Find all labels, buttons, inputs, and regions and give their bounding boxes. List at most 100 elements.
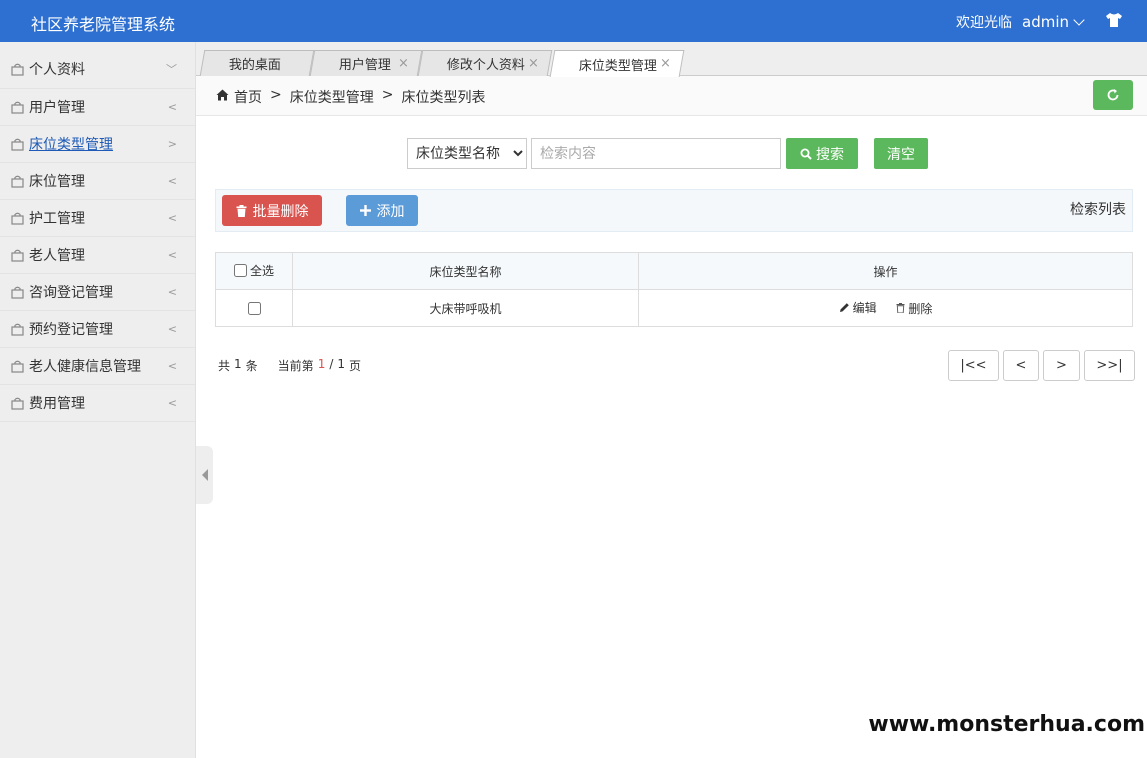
pager-page-count: 1: [337, 357, 346, 371]
search-button[interactable]: 搜索: [786, 138, 858, 169]
add-button[interactable]: 添加: [346, 195, 418, 226]
sidebar-collapse-handle[interactable]: [196, 446, 213, 504]
prev-page-button[interactable]: <: [1003, 350, 1039, 381]
delete-label: 删除: [908, 301, 933, 316]
chevron-right-icon: >: [167, 137, 177, 151]
tab-user-management[interactable]: 用户管理 ×: [309, 50, 423, 76]
bed-type-table: 全选 床位类型名称 操作 大床带呼吸机 编辑 删除: [215, 252, 1133, 327]
close-icon[interactable]: ×: [398, 56, 409, 71]
sidebar-item-bed-types[interactable]: 床位类型管理 >: [0, 126, 195, 163]
edit-label: 编辑: [852, 301, 877, 316]
pager-current-page: 1: [317, 357, 326, 371]
search-field-select[interactable]: 床位类型名称: [407, 138, 527, 169]
pager-slash: /: [329, 357, 334, 371]
refresh-button[interactable]: [1093, 80, 1133, 110]
search-row: 床位类型名称 搜索 清空: [407, 138, 928, 169]
watermark: www.monsterhua.com: [868, 712, 1145, 737]
select-all-header: 全选: [215, 252, 293, 290]
chevron-down-icon: ﹀: [166, 63, 177, 76]
bed-type-name-cell: 大床带呼吸机: [292, 289, 639, 327]
sidebar-item-elders[interactable]: 老人管理 <: [0, 237, 195, 274]
tab-label: 我的桌面: [228, 58, 281, 73]
chevron-left-icon: <: [167, 100, 177, 114]
bag-icon: [11, 360, 24, 373]
bag-icon: [11, 101, 24, 114]
home-icon: [216, 89, 229, 101]
row-select-cell: [215, 289, 293, 327]
sidebar-item-consultations[interactable]: 咨询登记管理 <: [0, 274, 195, 311]
batch-delete-label: 批量删除: [252, 203, 309, 220]
chevron-left-icon: <: [167, 396, 177, 410]
pencil-icon: [839, 303, 849, 313]
chevron-left-icon: <: [167, 211, 177, 225]
bag-icon: [11, 323, 24, 336]
sidebar: 个人资料 ﹀ 用户管理 < 床位类型管理 > 床位管理 < 护工管理 < 老人管…: [0, 42, 196, 758]
first-page-button[interactable]: |<<: [948, 350, 999, 381]
close-icon[interactable]: ×: [528, 56, 539, 71]
top-header: 社区养老院管理系统 欢迎光临 admin: [0, 0, 1147, 42]
table-row: 大床带呼吸机 编辑 删除: [215, 289, 1133, 327]
tab-label: 用户管理: [338, 58, 391, 73]
bag-icon: [11, 175, 24, 188]
welcome-text: 欢迎光临: [956, 15, 1012, 31]
bag-icon: [11, 63, 24, 76]
sidebar-item-label: 老人健康信息管理: [29, 359, 141, 375]
select-all-checkbox[interactable]: [233, 264, 247, 277]
breadcrumb-separator: >: [270, 87, 282, 103]
breadcrumb-level1[interactable]: 床位类型管理: [290, 87, 374, 107]
sidebar-item-label: 床位管理: [29, 174, 85, 190]
chevron-down-icon: [1073, 13, 1085, 26]
batch-delete-button[interactable]: 批量删除: [222, 195, 322, 226]
tab-desktop[interactable]: 我的桌面: [199, 50, 315, 76]
column-header-name: 床位类型名称: [292, 252, 639, 290]
sidebar-item-caregivers[interactable]: 护工管理 <: [0, 200, 195, 237]
pager-pages-suffix: 页: [349, 359, 362, 373]
close-icon[interactable]: ×: [660, 56, 671, 71]
tab-bar: 我的桌面 用户管理 × 修改个人资料 × 床位类型管理 ×: [196, 42, 1147, 77]
pager-total-suffix: 条: [245, 359, 258, 373]
bag-icon: [11, 249, 24, 262]
chevron-left-icon: <: [167, 248, 177, 262]
search-input[interactable]: [531, 138, 781, 169]
tab-bed-type-management[interactable]: 床位类型管理 ×: [549, 50, 685, 77]
pager-current-prefix: 当前第: [277, 359, 314, 373]
sidebar-item-label: 咨询登记管理: [29, 285, 113, 301]
pager-total-prefix: 共: [218, 359, 231, 373]
sidebar-item-fees[interactable]: 费用管理 <: [0, 385, 195, 422]
breadcrumb: 首页 > 床位类型管理 > 床位类型列表: [196, 76, 1147, 116]
chevron-left-icon: <: [167, 174, 177, 188]
sidebar-item-appointments[interactable]: 预约登记管理 <: [0, 311, 195, 348]
chevron-left-icon: <: [167, 359, 177, 373]
user-menu[interactable]: admin: [1022, 13, 1085, 31]
clear-button[interactable]: 清空: [874, 138, 928, 169]
trash-icon: [896, 303, 905, 314]
search-button-label: 搜索: [816, 146, 844, 163]
tab-edit-profile[interactable]: 修改个人资料 ×: [417, 50, 553, 76]
bag-icon: [11, 138, 24, 151]
list-toolbar: 批量删除 添加 检索列表: [215, 189, 1133, 232]
breadcrumb-home[interactable]: 首页: [234, 87, 262, 107]
shirt-icon[interactable]: [1105, 12, 1123, 28]
sidebar-item-label: 老人管理: [29, 248, 85, 264]
edit-button[interactable]: 编辑: [839, 299, 877, 316]
sidebar-item-label: 费用管理: [29, 396, 85, 412]
next-page-button[interactable]: >: [1043, 350, 1080, 381]
sidebar-item-health-info[interactable]: 老人健康信息管理 <: [0, 348, 195, 385]
sidebar-item-profile[interactable]: 个人资料 ﹀: [0, 42, 195, 89]
sidebar-item-label: 个人资料: [29, 62, 85, 78]
sidebar-item-users[interactable]: 用户管理 <: [0, 89, 195, 126]
pager-controls: |<< < > >>|: [948, 350, 1135, 381]
bag-icon: [11, 212, 24, 225]
last-page-button[interactable]: >>|: [1084, 350, 1135, 381]
refresh-icon: [1107, 89, 1119, 101]
sidebar-item-beds[interactable]: 床位管理 <: [0, 163, 195, 200]
row-checkbox[interactable]: [247, 302, 261, 315]
row-ops-cell: 编辑 删除: [638, 289, 1133, 327]
list-title: 检索列表: [1070, 202, 1126, 218]
add-button-label: 添加: [376, 203, 405, 220]
search-icon: [800, 148, 812, 160]
tab-label: 修改个人资料: [446, 58, 525, 73]
delete-button[interactable]: 删除: [896, 300, 932, 317]
sidebar-item-label: 床位类型管理: [29, 137, 113, 153]
sidebar-item-label: 护工管理: [29, 211, 85, 227]
